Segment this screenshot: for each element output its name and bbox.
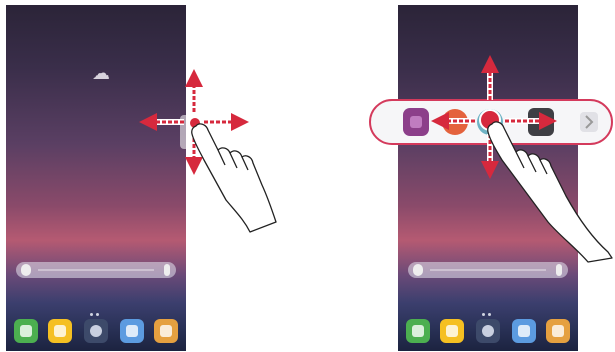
gesture-overlay — [139, 55, 613, 263]
music-glyph — [410, 116, 422, 128]
hand-pointer-icon — [191, 123, 277, 233]
collapse-arrow-icon[interactable] — [580, 112, 598, 132]
